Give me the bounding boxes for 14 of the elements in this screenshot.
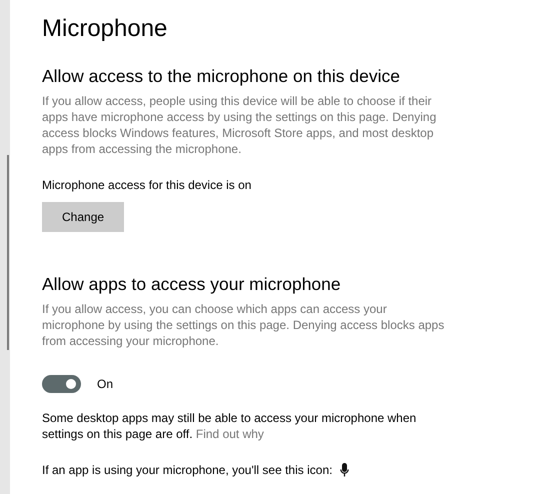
access-status: Microphone access for this device is on [42,177,252,193]
section-heading: Allow access to the microphone on this device [42,65,401,88]
icon-note: If an app is using your microphone, you'll see this icon: [42,462,332,478]
find-out-why-link[interactable]: Find out why [196,427,264,441]
change-button[interactable]: Change [42,202,124,232]
scrollbar[interactable] [7,155,9,350]
toggle-switch[interactable] [42,375,81,393]
toggle-label: On [97,376,114,392]
section-description: If you allow access, people using this device will be able to choose if their apps have microphone access by using the settings on this page. Denying access blocks Windows features, Microsoft Store apps, and most desktop apps from accessing the microphone. [42,93,438,157]
section-heading: Allow apps to access your microphone [42,273,342,296]
section-description: If you allow access, you can choose which apps can access your microphone by using the settings on this page. Denying access blocks apps from accessing your microphone. [42,301,446,349]
info-text: Some desktop apps may still be able to access your microphone when settings on this page are off. Find out why [42,410,418,442]
microphone-icon [340,463,350,477]
page-title: Microphone [42,14,168,44]
